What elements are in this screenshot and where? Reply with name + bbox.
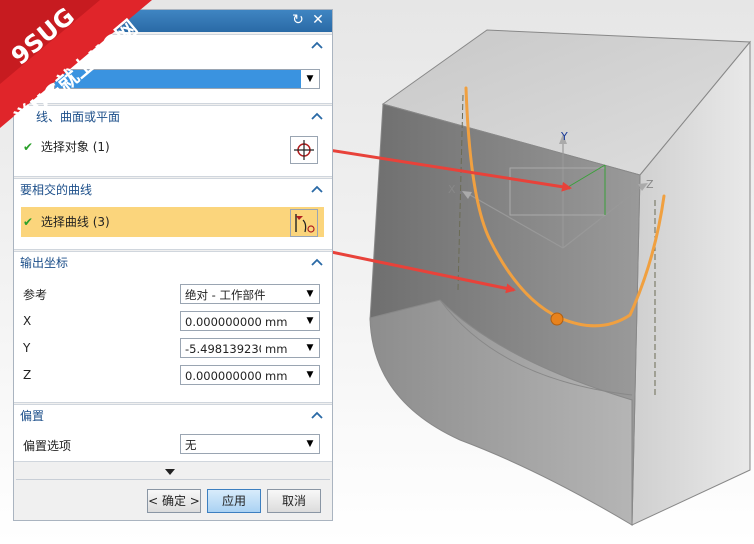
cancel-button[interactable]: 取消: [267, 489, 321, 513]
collapse-icon[interactable]: [310, 106, 324, 128]
section-curves-header[interactable]: 要相交的曲线: [14, 179, 332, 201]
collapse-icon[interactable]: [310, 35, 324, 57]
curve-select-icon: [295, 214, 315, 233]
close-icon[interactable]: ✕: [310, 12, 326, 28]
select-object-row[interactable]: ✔ 选择对象 (1): [14, 134, 332, 160]
curve-select-button[interactable]: [290, 209, 318, 237]
more-options-toggle[interactable]: [164, 465, 180, 475]
section-curves-title: 要相交的曲线: [20, 183, 93, 197]
offset-option-label: 偏置选项: [23, 439, 72, 453]
reference-dropdown[interactable]: 绝对 - 工作部件 ▼: [180, 284, 320, 304]
x-field[interactable]: 0.000000000 mm ▼: [180, 311, 320, 331]
ok-button[interactable]: < 确定 >: [147, 489, 201, 513]
divider: [16, 479, 330, 480]
reset-icon[interactable]: ↻: [290, 12, 306, 28]
axis-label-y: Y: [560, 130, 568, 143]
x-value: 0.000000000: [185, 315, 262, 329]
y-label: Y: [23, 341, 31, 355]
axis-label-z: Z: [646, 178, 654, 191]
section-plane: 线、曲面或平面 ✔ 选择对象 (1): [14, 105, 332, 177]
axis-label-x: X: [448, 183, 456, 196]
type-dropdown-selected: [55, 70, 301, 88]
section-type-header[interactable]: [14, 35, 332, 57]
y-unit: mm: [265, 342, 288, 356]
z-unit: mm: [265, 369, 288, 383]
point-select-button[interactable]: [290, 136, 318, 164]
collapse-icon[interactable]: [310, 252, 324, 274]
apply-button[interactable]: 应用: [207, 489, 261, 513]
chevron-down-icon: ▼: [303, 339, 317, 357]
y-value: -5.498139230: [185, 342, 261, 356]
offset-option-value: 无: [185, 438, 197, 452]
chevron-down-icon: ▼: [303, 435, 317, 453]
y-field[interactable]: -5.498139230 mm ▼: [180, 338, 320, 358]
section-curves: 要相交的曲线 ✔ 选择曲线 (3): [14, 178, 332, 250]
point-dialog: ↻ ✕ ▼ 线、曲面或平面 ✔ 选择对象 (1) 要相交的曲线 ✔ 选择曲线 (…: [13, 9, 333, 521]
section-output-title: 输出坐标: [20, 256, 69, 270]
intersection-point[interactable]: [550, 312, 564, 326]
collapse-icon[interactable]: [310, 405, 324, 427]
section-offset: 偏置 偏置选项 无 ▼: [14, 404, 332, 462]
section-output-header[interactable]: 输出坐标: [14, 252, 332, 274]
section-offset-title: 偏置: [20, 409, 45, 423]
select-curve-row[interactable]: ✔ 选择曲线 (3): [21, 207, 324, 237]
crosshair-icon: [294, 140, 314, 160]
chevron-down-icon: ▼: [303, 285, 317, 303]
z-label: Z: [23, 368, 32, 382]
select-object-label: 选择对象 (1): [40, 140, 110, 154]
chevron-down-icon: ▼: [303, 70, 317, 88]
dialog-title-bar[interactable]: ↻ ✕: [14, 10, 332, 32]
section-plane-header[interactable]: 线、曲面或平面: [14, 106, 332, 128]
z-value: 0.000000000: [185, 369, 262, 383]
chevron-down-icon: ▼: [303, 366, 317, 384]
collapse-icon[interactable]: [310, 179, 324, 201]
triangle-down-icon: [165, 469, 175, 475]
section-type: ▼: [14, 34, 332, 104]
x-unit: mm: [265, 315, 288, 329]
x-label: X: [23, 314, 32, 328]
z-field[interactable]: 0.000000000 mm ▼: [180, 365, 320, 385]
check-icon: ✔: [23, 140, 34, 154]
offset-option-dropdown[interactable]: 无 ▼: [180, 434, 320, 454]
select-curve-label: 选择曲线 (3): [40, 215, 110, 229]
section-plane-title: 线、曲面或平面: [36, 110, 121, 124]
reference-value: 绝对 - 工作部件: [185, 288, 266, 302]
section-offset-header[interactable]: 偏置: [14, 405, 332, 427]
section-output: 输出坐标 参考 绝对 - 工作部件 ▼ X 0.000000000 mm ▼ Y…: [14, 251, 332, 403]
chevron-down-icon: ▼: [303, 312, 317, 330]
check-icon: ✔: [23, 215, 34, 229]
reference-label: 参考: [23, 288, 48, 302]
type-dropdown[interactable]: ▼: [54, 69, 320, 89]
